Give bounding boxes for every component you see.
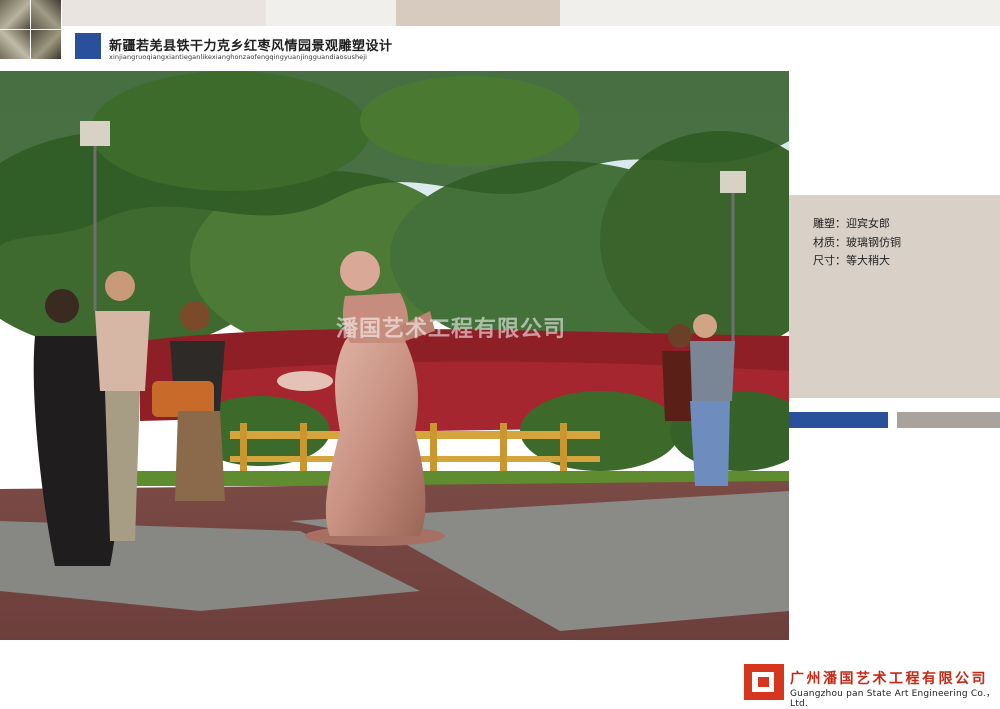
company-name-en: Guangzhou pan State Art Engineering Co.，… [790, 689, 996, 709]
thumbnail-image [0, 30, 30, 59]
top-color-strip [0, 0, 1000, 26]
page-subtitle: xinjiangruoqiangxiantieganlikexianghonza… [109, 53, 368, 61]
accent-bar-blue [789, 412, 888, 428]
scene-illustration [0, 71, 789, 640]
accent-bar-grey [897, 412, 1000, 428]
sculpture-material: 材质：玻璃钢仿铜 [813, 236, 901, 249]
strip-segment [396, 0, 560, 26]
thumbnail-image [0, 0, 30, 29]
thumbnail-image [31, 30, 61, 59]
page-title: 新疆若羌县铁干力克乡红枣风情园景观雕塑设计 [109, 39, 393, 54]
strip-segment [62, 0, 266, 26]
corner-thumbnails [0, 0, 62, 60]
thumbnail-image [31, 0, 61, 29]
sculpture-info-panel: 雕塑：迎宾女郎 材质：玻璃钢仿铜 尺寸：等大稍大 [789, 195, 1000, 398]
strip-segment [560, 0, 1000, 26]
company-name-cn: 广州潘国艺术工程有限公司 [790, 671, 988, 687]
watermark-text: 潘国艺术工程有限公司 [336, 317, 567, 342]
strip-segment [266, 0, 396, 26]
sculpture-rendering: 潘国艺术工程有限公司 [0, 71, 789, 640]
sculpture-size: 尺寸：等大稍大 [813, 254, 890, 267]
title-marker [75, 33, 101, 59]
sculpture-name: 雕塑：迎宾女郎 [813, 217, 890, 230]
company-logo-icon [744, 664, 784, 700]
